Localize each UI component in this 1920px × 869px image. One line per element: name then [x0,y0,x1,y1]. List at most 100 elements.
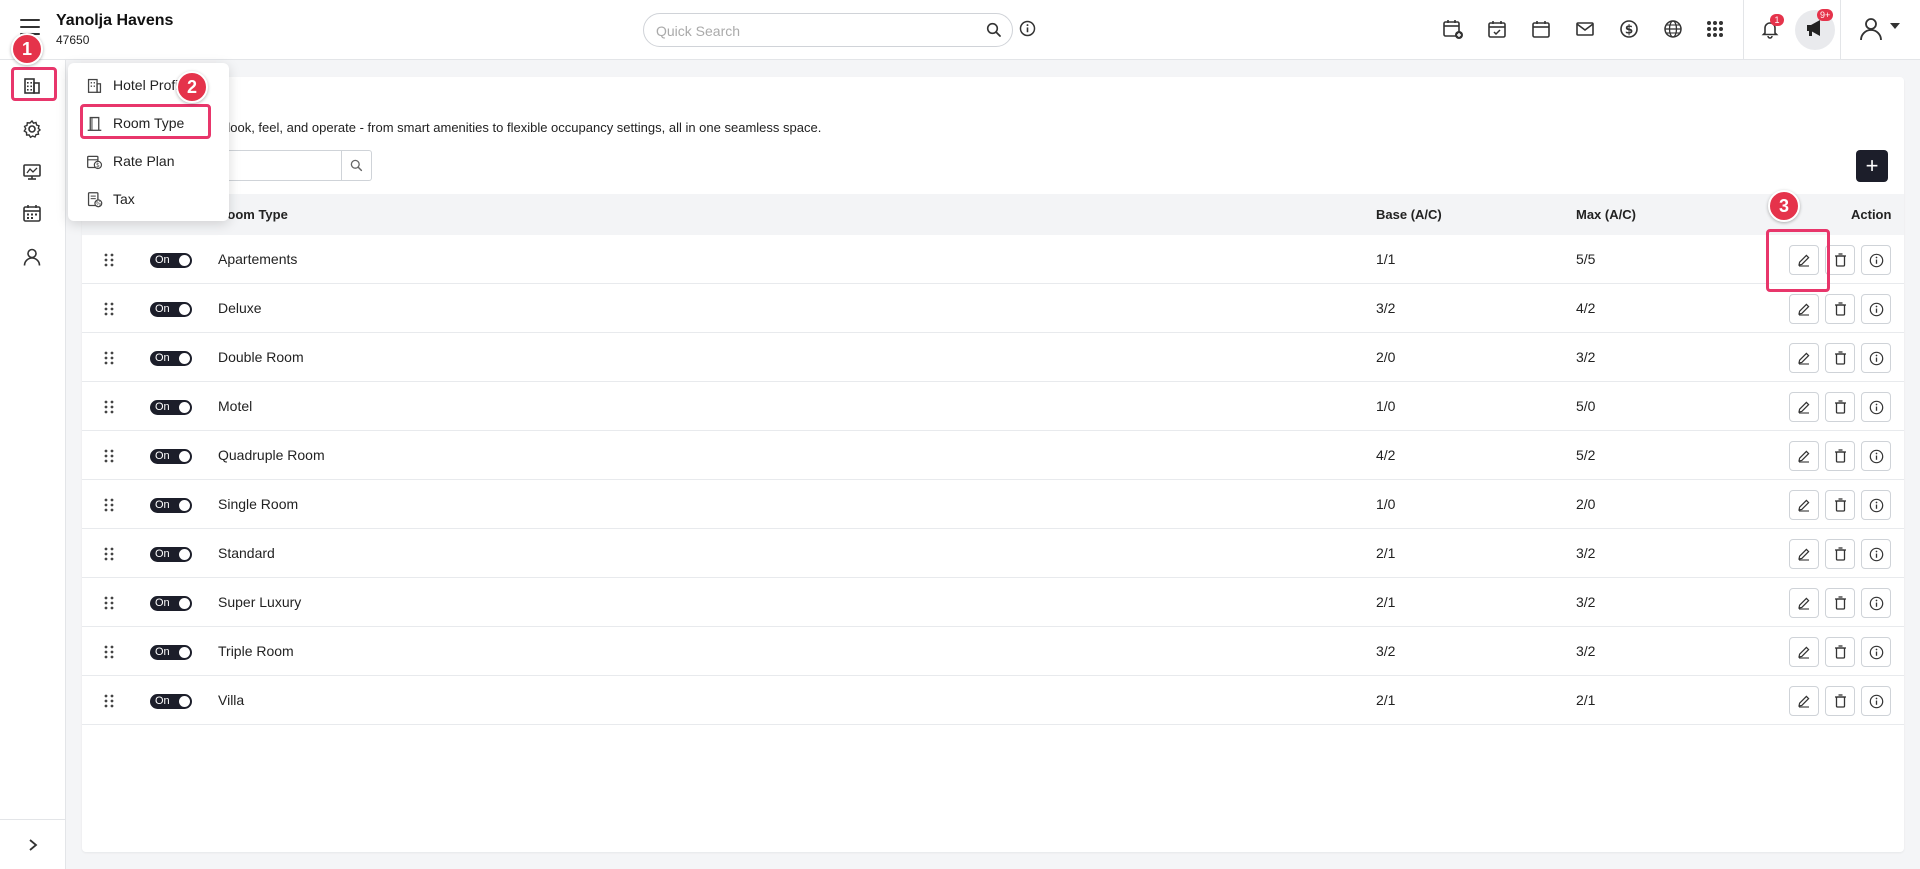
mail-icon[interactable] [1573,17,1597,41]
apps-grid-icon[interactable] [1703,17,1727,41]
toggle-label: On [155,401,170,413]
info-button[interactable] [1861,343,1891,373]
drag-handle-icon[interactable] [104,302,114,319]
sidebar-expand-button[interactable] [0,819,66,869]
svg-text:%: % [95,200,101,207]
column-header-base[interactable]: Base (A/C) [1376,207,1442,222]
edit-button[interactable] [1789,441,1819,471]
pencil-icon [1798,499,1810,512]
drag-handle-icon[interactable] [104,253,114,270]
highlight-edit-button [1766,229,1830,292]
status-toggle[interactable]: On [150,596,192,611]
toggle-label: On [155,450,170,462]
delete-button[interactable] [1825,343,1855,373]
tax-icon: % [85,190,103,208]
max-occupancy: 2/1 [1576,692,1596,708]
user-avatar-icon[interactable] [1857,15,1885,43]
info-button[interactable] [1861,392,1891,422]
info-button[interactable] [1861,588,1891,618]
edit-button[interactable] [1789,294,1819,324]
table-row: On Apartements 1/1 5/5 [82,235,1904,284]
edit-button[interactable] [1789,343,1819,373]
status-toggle[interactable]: On [150,498,192,513]
drag-handle-icon[interactable] [104,596,114,613]
drag-handle-icon[interactable] [104,645,114,662]
status-toggle[interactable]: On [150,547,192,562]
announcement-badge: 9+ [1817,9,1834,21]
info-icon[interactable] [1019,20,1036,42]
delete-button[interactable] [1825,294,1855,324]
search-icon[interactable] [986,22,1002,43]
info-icon [1869,449,1883,463]
calendar-check-icon[interactable] [1485,17,1509,41]
base-occupancy: 2/1 [1376,692,1396,708]
gear-icon [23,119,42,139]
pencil-icon [1798,450,1810,463]
base-occupancy: 2/1 [1376,594,1396,610]
edit-button[interactable] [1789,539,1819,569]
max-occupancy: 4/2 [1576,300,1596,316]
edit-button[interactable] [1789,637,1819,667]
delete-button[interactable] [1825,441,1855,471]
info-button[interactable] [1861,539,1891,569]
table-row: On Standard 2/1 3/2 [82,529,1904,578]
info-button[interactable] [1861,441,1891,471]
max-occupancy: 5/5 [1576,251,1596,267]
delete-button[interactable] [1825,539,1855,569]
sidebar-item-settings[interactable] [18,115,46,143]
trash-icon [1834,351,1846,365]
edit-button[interactable] [1789,588,1819,618]
edit-button[interactable] [1789,490,1819,520]
menu-item-label: Tax [113,191,135,207]
dollar-icon[interactable]: $ [1617,17,1641,41]
globe-icon[interactable] [1661,17,1685,41]
delete-button[interactable] [1825,490,1855,520]
status-toggle[interactable]: On [150,302,192,317]
quick-search-input[interactable] [656,21,966,41]
column-header-max[interactable]: Max (A/C) [1576,207,1636,222]
delete-button[interactable] [1825,392,1855,422]
info-button[interactable] [1861,686,1891,716]
search-icon[interactable] [341,151,371,180]
info-button[interactable] [1861,245,1891,275]
status-toggle[interactable]: On [150,694,192,709]
calendar-add-icon[interactable] [1441,17,1465,41]
edit-button[interactable] [1789,686,1819,716]
menu-item-rate-plan[interactable]: $ Rate Plan [68,144,229,178]
sidebar-item-user[interactable] [18,243,46,271]
highlight-sidebar-property [11,67,57,101]
drag-handle-icon[interactable] [104,400,114,417]
status-toggle[interactable]: On [150,400,192,415]
delete-button[interactable] [1825,686,1855,716]
room-type-name: Standard [218,545,275,561]
room-type-name: Quadruple Room [218,447,325,463]
sidebar-item-calendar[interactable] [18,199,46,227]
info-button[interactable] [1861,637,1891,667]
room-type-name: Apartements [218,251,298,267]
calendar-icon[interactable] [1529,17,1553,41]
menu-item-tax[interactable]: % Tax [68,182,229,216]
drag-handle-icon[interactable] [104,351,114,368]
table-row: On Triple Room 3/2 3/2 [82,627,1904,676]
sidebar-item-monitor[interactable] [18,158,46,186]
status-toggle[interactable]: On [150,645,192,660]
sidebar [0,60,66,869]
add-room-type-button[interactable]: + [1856,150,1888,182]
chevron-right-icon [29,838,38,851]
drag-handle-icon[interactable] [104,498,114,515]
status-toggle[interactable]: On [150,351,192,366]
status-toggle[interactable]: On [150,449,192,464]
drag-handle-icon[interactable] [104,449,114,466]
info-button[interactable] [1861,490,1891,520]
edit-button[interactable] [1789,392,1819,422]
trash-icon [1834,547,1846,561]
drag-handle-icon[interactable] [104,547,114,564]
status-toggle[interactable]: On [150,253,192,268]
delete-button[interactable] [1825,637,1855,667]
caret-down-icon[interactable] [1888,19,1902,33]
info-button[interactable] [1861,294,1891,324]
toggle-knob [179,598,190,609]
drag-handle-icon[interactable] [104,694,114,711]
delete-button[interactable] [1825,588,1855,618]
menu-item-label: Rate Plan [113,153,175,169]
